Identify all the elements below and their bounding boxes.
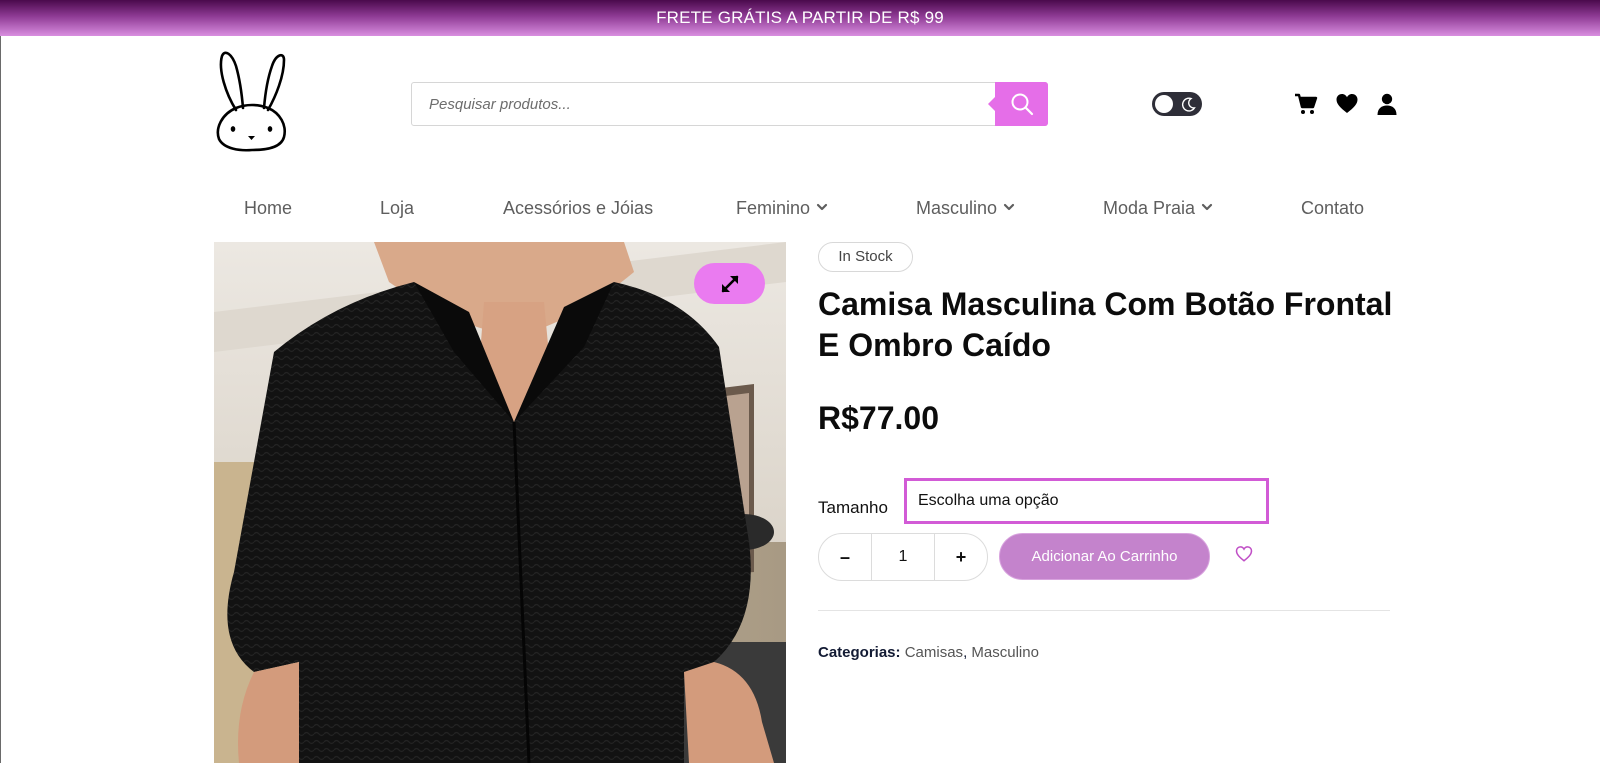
category-link-masculino[interactable]: Masculino [971, 644, 1039, 661]
nav-item-feminino[interactable]: Feminino [736, 190, 828, 226]
product-photo [214, 242, 786, 763]
product-title: Camisa Masculina Com Botão Frontal E Omb… [818, 286, 1393, 363]
search-bar [411, 82, 1048, 126]
nav-item-label: Feminino [736, 198, 811, 218]
cart-icon[interactable] [1294, 92, 1318, 116]
nav-item-label: Acessórios e Jóias [503, 198, 654, 218]
nav-item-masculino[interactable]: Masculino [916, 190, 1015, 226]
categories-label: Categorias: [818, 644, 901, 661]
nav-item-acessorios[interactable]: Acessórios e Jóias [503, 190, 653, 226]
nav-item-label: Masculino [916, 198, 998, 218]
nav-item-loja[interactable]: Loja [380, 190, 414, 226]
quantity-input[interactable]: 1 [871, 534, 935, 580]
toggle-knob [1155, 95, 1173, 113]
page-edge [0, 36, 1, 763]
nav-item-moda-praia[interactable]: Moda Praia [1103, 190, 1213, 226]
heart-outline-icon[interactable] [1235, 545, 1253, 563]
expand-image-button[interactable] [694, 263, 765, 304]
nav-item-contato[interactable]: Contato [1301, 190, 1364, 226]
size-select[interactable]: Escolha uma opção [904, 478, 1269, 524]
main-nav: Home Loja Acessórios e Jóias Feminino Ma… [0, 190, 1600, 226]
quantity-stepper: – 1 + [818, 533, 988, 581]
add-to-cart-button[interactable]: Adicionar Ao Carrinho [999, 533, 1210, 580]
nav-item-home[interactable]: Home [244, 190, 292, 226]
nav-item-label: Loja [380, 198, 415, 218]
search-input[interactable] [412, 83, 997, 125]
quantity-decrease-button[interactable]: – [819, 534, 871, 580]
announcement-text: FRETE GRÁTIS A PARTIR DE R$ 99 [656, 8, 944, 27]
product-price: R$77.00 [818, 400, 939, 436]
divider [818, 610, 1390, 611]
announcement-bar: FRETE GRÁTIS A PARTIR DE R$ 99 [0, 0, 1600, 36]
nav-item-label: Home [244, 198, 293, 218]
user-icon[interactable] [1375, 92, 1399, 116]
nav-item-label: Moda Praia [1103, 198, 1196, 218]
chevron-down-icon [1201, 204, 1213, 211]
product-categories: Categorias: Camisas, Masculino [818, 644, 1039, 661]
stock-badge: In Stock [818, 242, 913, 272]
search-button[interactable] [988, 82, 1048, 126]
product-image[interactable] [214, 242, 786, 763]
bunny-logo-icon[interactable] [214, 50, 288, 152]
expand-icon [721, 275, 738, 292]
search-icon [1011, 93, 1033, 116]
size-label: Tamanho [818, 498, 888, 517]
chevron-down-icon [816, 204, 828, 211]
theme-toggle[interactable] [1152, 92, 1202, 116]
moon-icon [1181, 97, 1196, 112]
chevron-down-icon [1003, 204, 1015, 211]
category-link-camisas[interactable]: Camisas [905, 644, 963, 661]
heart-icon[interactable] [1335, 92, 1359, 116]
quantity-increase-button[interactable]: + [935, 534, 987, 580]
nav-item-label: Contato [1301, 198, 1365, 218]
size-select-value: Escolha uma opção [918, 492, 1059, 509]
